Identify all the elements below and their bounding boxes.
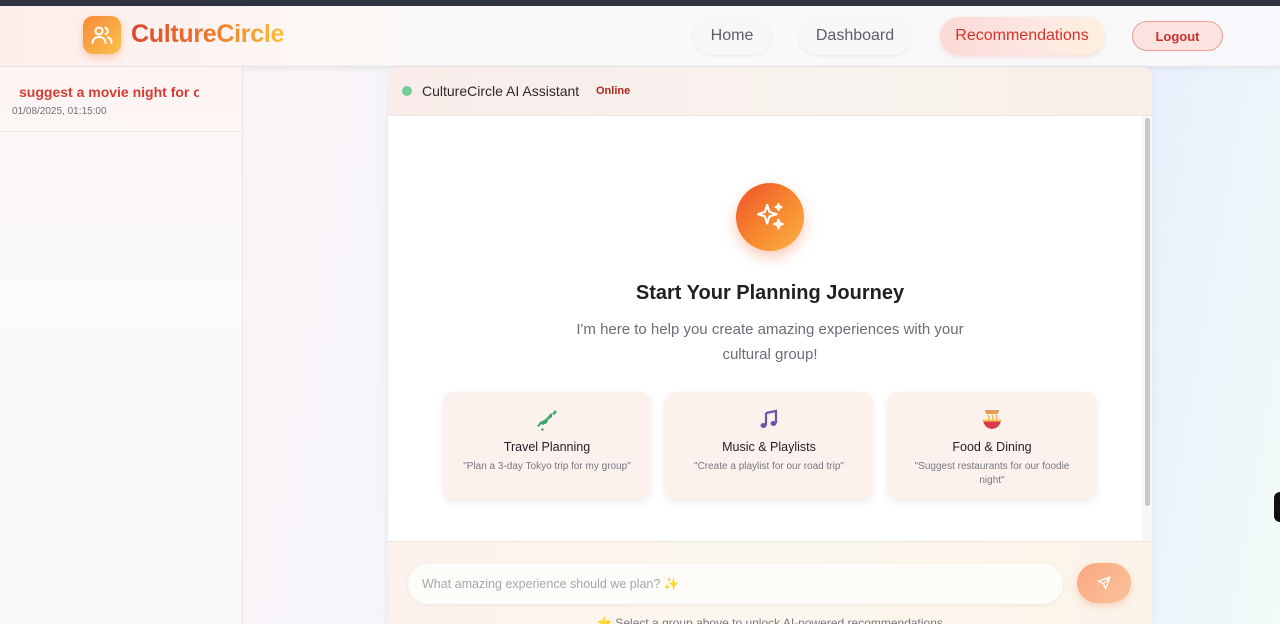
scrollbar-thumb[interactable]	[1145, 118, 1150, 506]
chat-history-title: suggest a movie night for our	[19, 84, 199, 100]
send-button[interactable]	[1077, 563, 1131, 603]
status-badge: Online	[596, 85, 631, 97]
send-icon	[1097, 576, 1111, 590]
chat-history-item[interactable]: suggest a movie night for our 01/08/2025…	[0, 67, 243, 132]
floating-widget-edge[interactable]	[1274, 492, 1280, 522]
chat-header: CultureCircle AI Assistant Online	[388, 67, 1152, 116]
chat-history-sidebar: suggest a movie night for our 01/08/2025…	[0, 67, 243, 624]
chat-panel: CultureCircle AI Assistant Online Start …	[388, 67, 1152, 624]
navbar: CultureCircle Home Dashboard Recommendat…	[0, 6, 1280, 67]
noodle-bowl-icon	[888, 408, 1096, 432]
suggestion-card-music[interactable]: Music & Playlists "Create a playlist for…	[665, 392, 873, 499]
hero-subtitle: I'm here to help you create amazing expe…	[576, 321, 964, 363]
card-title: Music & Playlists	[722, 440, 816, 454]
card-title: Food & Dining	[952, 440, 1032, 454]
nav-recommendations[interactable]: Recommendations	[940, 17, 1104, 55]
nav-home[interactable]: Home	[693, 17, 771, 55]
suggestion-card-food[interactable]: Food & Dining "Suggest restaurants for o…	[888, 392, 1096, 499]
assistant-name: CultureCircle AI Assistant	[422, 83, 580, 99]
card-example: "Suggest restaurants for our foodie nigh…	[914, 461, 1070, 486]
music-note-icon	[665, 408, 873, 432]
card-example: "Create a playlist for our road trip"	[694, 461, 844, 472]
logo-icon[interactable]	[83, 16, 121, 54]
group-hint: ⭐ Select a group above to unlock AI-powe…	[597, 616, 943, 624]
hero-title: Start Your Planning Journey	[635, 282, 905, 304]
suggestion-card-travel[interactable]: Travel Planning "Plan a 3-day Tokyo trip…	[443, 392, 651, 499]
chat-history-timestamp: 01/08/2025, 01:15:00	[12, 106, 107, 117]
logout-button[interactable]: Logout	[1132, 21, 1223, 51]
message-input[interactable]	[408, 564, 1063, 604]
sparkles-icon	[736, 183, 804, 251]
online-status-dot	[402, 86, 412, 96]
card-title: Travel Planning	[503, 440, 591, 454]
japan-map-icon	[443, 408, 651, 432]
brand-name[interactable]: CultureCircle	[131, 20, 284, 49]
message-composer: ⭐ Select a group above to unlock AI-powe…	[388, 541, 1152, 624]
nav-dashboard[interactable]: Dashboard	[799, 17, 911, 55]
card-example: "Plan a 3-day Tokyo trip for my group"	[463, 461, 631, 472]
